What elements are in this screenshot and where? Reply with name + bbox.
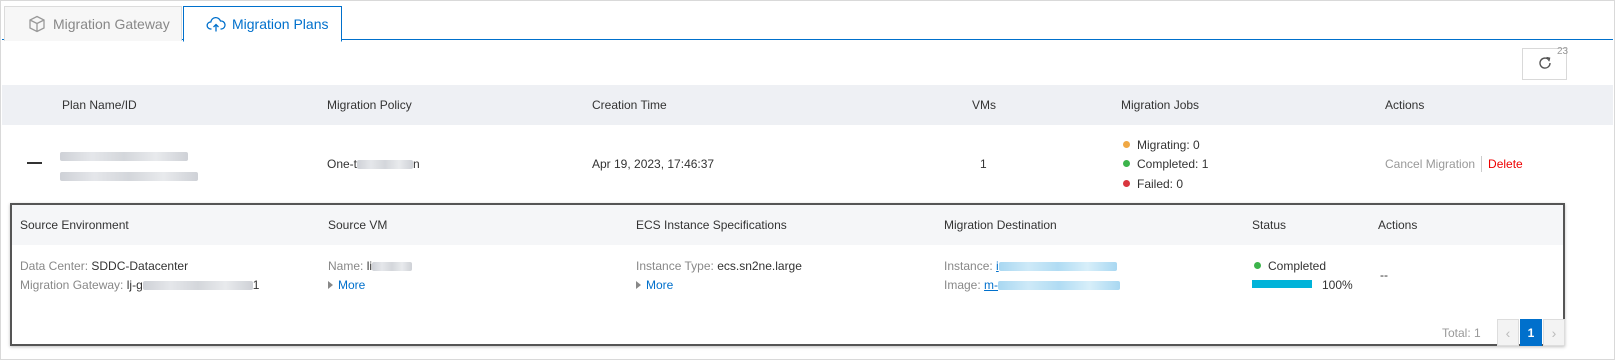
redacted-text	[372, 262, 413, 272]
jobs-failed-label: Failed: 0	[1137, 177, 1184, 191]
jobs-completed: Completed: 1	[1123, 157, 1208, 171]
policy-text-start: One-t	[327, 157, 358, 171]
completed-status-dot	[1254, 262, 1261, 269]
redacted-text	[357, 160, 414, 170]
cube-icon	[27, 14, 47, 34]
migration-policy: One-t n	[327, 157, 420, 171]
gateway-label: Migration Gateway:	[20, 278, 124, 292]
vm-more-toggle[interactable]: More	[328, 278, 365, 292]
redacted-text	[60, 172, 198, 182]
gateway-value-end: 1	[252, 278, 260, 292]
instance-type-label: Instance Type:	[636, 259, 714, 273]
tab-migration-gateway[interactable]: Migration Gateway	[4, 6, 182, 41]
col-job-actions: Actions	[1378, 218, 1418, 232]
pagination-total: Total: 1	[1442, 326, 1481, 340]
table-row: Data Center: SDDC-Datacenter Migration G…	[12, 245, 1563, 310]
gateway-value-start: lj-g	[126, 278, 143, 292]
redacted-text	[998, 281, 1121, 291]
policy-text-end: n	[413, 157, 420, 171]
chevron-right-icon: ›	[1551, 324, 1557, 341]
plans-table-header: Plan Name/ID Migration Policy Creation T…	[2, 85, 1613, 125]
image-id-start: m-	[984, 278, 999, 292]
status-text: Completed	[1268, 259, 1327, 273]
destination-instance: Instance: i	[944, 259, 1117, 273]
pagination-prev-button[interactable]: ‹	[1497, 319, 1519, 346]
jobs-migrating-label: Migrating: 0	[1137, 138, 1200, 152]
instance-type-value: ecs.sn2ne.large	[717, 259, 802, 273]
instance-link[interactable]: i	[996, 259, 1117, 273]
redacted-text	[60, 152, 188, 162]
instance-label: Instance:	[944, 259, 993, 273]
data-center-label: Data Center:	[20, 259, 89, 273]
col-migration-policy: Migration Policy	[327, 98, 412, 112]
image-link[interactable]: m-	[984, 278, 1121, 292]
job-status: Completed	[1254, 259, 1326, 273]
delete-link[interactable]: Delete	[1488, 157, 1523, 171]
tab-label: Migration Plans	[232, 16, 329, 32]
chevron-left-icon: ‹	[1505, 324, 1511, 341]
tab-label: Migration Gateway	[53, 16, 170, 32]
progress-bar-fill	[1252, 280, 1312, 288]
col-ecs-specs: ECS Instance Specifications	[636, 218, 787, 232]
specs-more-toggle[interactable]: More	[636, 278, 673, 292]
vm-count: 1	[980, 157, 987, 171]
completed-status-dot	[1123, 160, 1130, 167]
destination-image: Image: m-	[944, 278, 1121, 292]
job-actions: --	[1380, 268, 1388, 282]
image-label: Image:	[944, 278, 981, 292]
jobs-completed-label: Completed: 1	[1137, 157, 1209, 171]
plan-id	[60, 169, 198, 183]
progress-percent: 100%	[1322, 278, 1353, 292]
failed-status-dot	[1123, 180, 1130, 187]
col-source-environment: Source Environment	[20, 218, 129, 232]
row-actions: Cancel Migration Delete	[1385, 156, 1523, 172]
vm-name-label: Name:	[328, 259, 364, 273]
col-source-vm: Source VM	[328, 218, 388, 232]
more-link: More	[646, 278, 674, 292]
creation-time: Apr 19, 2023, 17:46:37	[592, 157, 715, 171]
caret-right-icon	[636, 281, 641, 289]
col-actions: Actions	[1385, 98, 1425, 112]
caret-right-icon	[328, 281, 333, 289]
migration-gateway: Migration Gateway: lj-g 1	[20, 278, 259, 292]
redacted-text	[998, 262, 1117, 272]
jobs-failed: Failed: 0	[1123, 177, 1183, 191]
col-vms: VMs	[972, 98, 996, 112]
cancel-migration-link[interactable]: Cancel Migration	[1385, 157, 1475, 171]
col-creation-time: Creation Time	[592, 98, 667, 112]
plan-name[interactable]	[60, 149, 188, 163]
redacted-text	[142, 281, 253, 291]
more-link: More	[338, 278, 366, 292]
jobs-migrating: Migrating: 0	[1123, 138, 1200, 152]
collapse-icon[interactable]	[27, 162, 42, 164]
data-center: Data Center: SDDC-Datacenter	[20, 259, 188, 273]
source-vm-name: Name: li	[328, 259, 413, 273]
col-plan-name: Plan Name/ID	[62, 98, 137, 112]
cloud-upload-icon	[206, 14, 226, 34]
divider	[1481, 156, 1483, 172]
migration-jobs-subtable: Source Environment Source VM ECS Instanc…	[10, 203, 1565, 346]
pagination-next-button[interactable]: ›	[1543, 319, 1565, 346]
refresh-icon	[1537, 55, 1553, 74]
pagination-page-button[interactable]: 1	[1520, 319, 1542, 346]
refresh-badge: 23	[1557, 46, 1569, 57]
col-migration-jobs: Migration Jobs	[1121, 98, 1200, 112]
col-migration-destination: Migration Destination	[944, 218, 1057, 232]
instance-type: Instance Type: ecs.sn2ne.large	[636, 259, 802, 273]
table-row: One-t n Apr 19, 2023, 17:46:37 1 Migratin…	[2, 125, 1613, 203]
data-center-value: SDDC-Datacenter	[91, 259, 189, 273]
tab-migration-plans[interactable]: Migration Plans	[183, 6, 342, 42]
col-status: Status	[1252, 218, 1287, 232]
progress-bar	[1252, 280, 1312, 288]
jobs-table-header: Source Environment Source VM ECS Instanc…	[12, 205, 1563, 245]
tab-bar: Migration Gateway Migration Plans	[2, 2, 1613, 42]
migrating-status-dot	[1123, 141, 1130, 148]
